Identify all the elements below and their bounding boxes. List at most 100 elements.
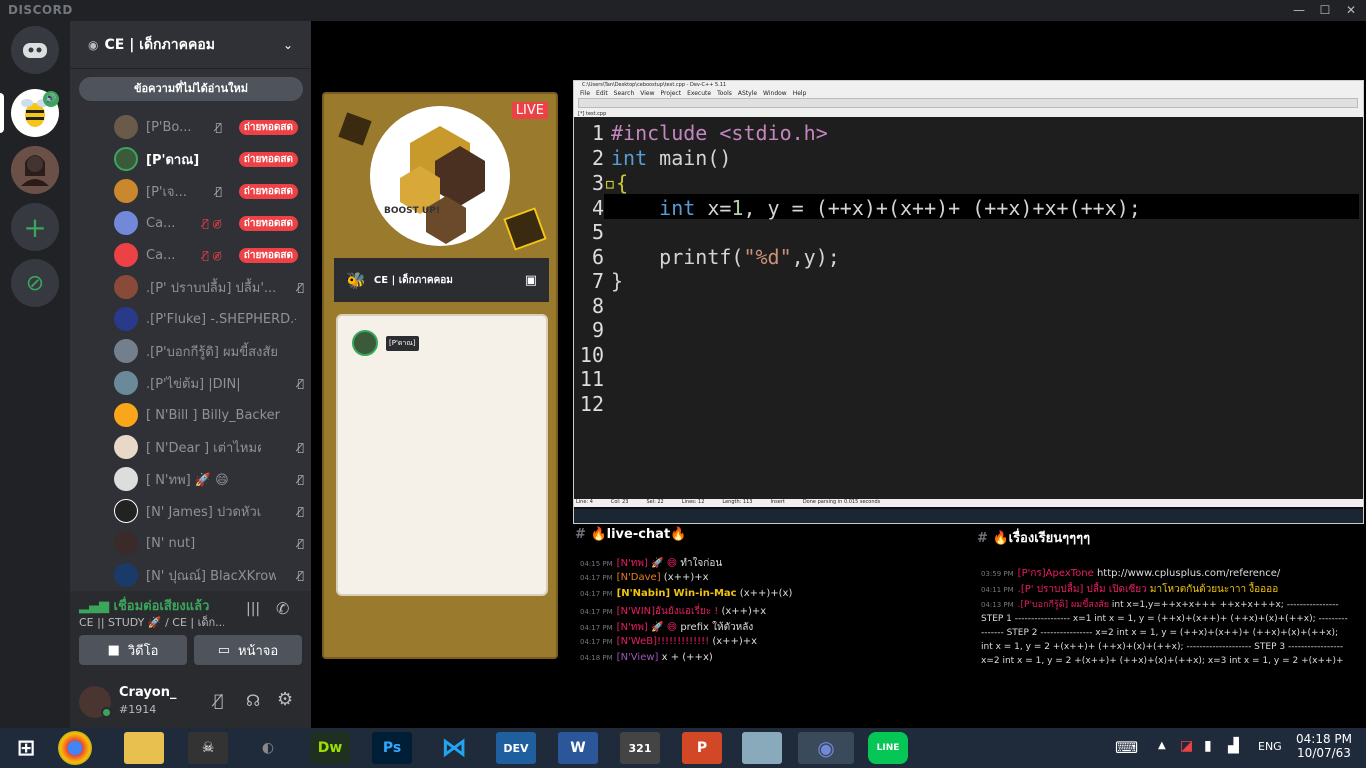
member-item[interactable]: [N' ปุณณ์] BlacXKrow 🎙̸ <box>114 561 304 589</box>
close-icon[interactable]: ✕ <box>1340 2 1362 18</box>
keyboard-icon[interactable]: ⌨ <box>1115 738 1138 757</box>
title-bar: DISCORD — ☐ ✕ <box>0 0 1366 21</box>
app-icon-note[interactable] <box>742 732 782 764</box>
member-item[interactable]: [ N'ทพ] 🚀 😄 🎙̸ <box>114 465 304 493</box>
member-item[interactable]: .[P'ไข่ต้ม] |DIN| 🎙̸ <box>114 369 304 397</box>
editor-statusbar: Line: 4 Col: 23 Sel: 22 Lines: 12 Length… <box>574 499 1363 507</box>
member-item[interactable]: [P'Bo... 🎙̸ ถ่ายทอดสด <box>114 113 304 141</box>
avatar <box>114 435 138 459</box>
line-number: 10 <box>579 343 604 367</box>
file-explorer-icon[interactable] <box>124 732 164 764</box>
member-item[interactable]: [ N'Dear ] เต่าไหมค... 🎙̸ <box>114 433 304 461</box>
add-server-icon[interactable]: + <box>11 203 59 251</box>
member-item[interactable]: .[P' ปราบปลื้ม] ปลื้ม'... 🎙̸ <box>114 273 304 301</box>
status-online-icon <box>101 707 112 718</box>
camera-icon: ■ <box>107 642 120 658</box>
code-line: } <box>611 269 624 293</box>
chat-message: 04:17 PM [N'Nabin] Win-in-Mac (x++)+(x) <box>580 588 793 599</box>
line-number: 11 <box>579 367 604 391</box>
chat-message: 04:17 PM [N'ทพ] 🚀 😄 prefix ให้ตัวหลัง <box>580 622 754 633</box>
line-number: 8 <box>591 294 604 318</box>
boost-up-logo: BOOST UP! <box>370 106 510 246</box>
menu-tools[interactable]: Tools <box>717 90 732 97</box>
menu-astyle[interactable]: AStyle <box>738 90 757 97</box>
mic-muted-icon[interactable]: 🎙̸ <box>214 691 224 710</box>
screen-share-button[interactable]: ▭ หน้าจอ <box>194 635 302 665</box>
user-tag: #1914 <box>119 703 157 716</box>
video-button[interactable]: ■ วิดีโอ <box>79 635 187 665</box>
avatar <box>114 563 138 587</box>
member-item[interactable]: Ca... 🎙̸ ◎̸ ถ่ายทอดสด <box>114 209 304 237</box>
editor-menu-bar: File Edit Search View Project Execute To… <box>574 89 1363 98</box>
bee-decoration-icon <box>503 207 547 251</box>
discord-taskbar-icon[interactable]: ◉ <box>798 732 854 764</box>
clock[interactable]: 04:18 PM 10/07/63 <box>1294 732 1354 760</box>
study-chat-panel: # 🔥เรื่องเรียนๆๆๆๆ 03:59 PM [P'กร]ApexTon… <box>977 527 1349 666</box>
member-item[interactable]: .[P'Fluke] -.SHEPHERD.- <box>114 305 304 333</box>
menu-edit[interactable]: Edit <box>596 90 608 97</box>
mic-muted-icon: 🎙̸ <box>297 568 304 582</box>
mic-muted-icon: 🎙̸ <box>215 184 222 198</box>
disconnect-icon[interactable]: ✆ <box>276 599 289 618</box>
maximize-icon[interactable]: ☐ <box>1314 2 1336 18</box>
chat-message: 04:17 PM [N'WeB]!!!!!!!!!!!!! (x++)+x <box>580 636 758 647</box>
unread-messages-banner[interactable]: ข้อความที่ไม่ได้อ่านใหม่ <box>79 77 303 101</box>
menu-project[interactable]: Project <box>661 90 682 97</box>
channel-sidebar: ◉ CE | เด็กภาคคอม ⌄ ข้อความที่ไม่ได้อ่าน… <box>70 21 311 728</box>
chevron-up-icon[interactable]: ▲ <box>1158 740 1166 751</box>
channel-header: # 🔥live-chat🔥 <box>575 527 687 542</box>
menu-search[interactable]: Search <box>614 90 635 97</box>
code-area[interactable]: 1 2 3 4 5 6 7 8 9 10 11 12 #include <std… <box>574 117 1363 499</box>
member-item[interactable]: [P'เจ... 🎙̸ ถ่ายทอดสด <box>114 177 304 205</box>
explore-icon[interactable]: ⊘ <box>11 259 59 307</box>
headphones-icon[interactable]: ☊ <box>246 691 260 710</box>
editor-title: C:\Users\Tan\Desktop\ceboostup\test.cpp … <box>582 82 727 88</box>
powerpoint-icon[interactable]: P <box>682 732 722 764</box>
menu-help[interactable]: Help <box>793 90 807 97</box>
code-line: printf("%d",y); <box>611 245 840 269</box>
menu-file[interactable]: File <box>580 90 590 97</box>
voice-channel-link[interactable]: CE || STUDY 🚀 / CE | เด็ก... <box>79 613 224 631</box>
member-item[interactable]: [N' nut] 🎙̸ <box>114 529 304 557</box>
photoshop-icon[interactable]: Ps <box>372 732 412 764</box>
app-icon-spiral[interactable]: ◐ <box>248 732 288 764</box>
menu-window[interactable]: Window <box>763 90 787 97</box>
member-name: [N' nut] <box>146 535 196 551</box>
app-icon-alien[interactable]: ☠ <box>188 732 228 764</box>
server-header[interactable]: ◉ CE | เด็กภาคคอม ⌄ <box>70 21 311 69</box>
logo-text: BOOST UP! <box>384 206 440 216</box>
chevron-down-icon[interactable]: ⌄ <box>283 38 293 52</box>
start-icon[interactable]: ⊞ <box>6 732 46 764</box>
battery-icon[interactable]: ▮ <box>1204 738 1212 754</box>
member-item[interactable]: .[P'บอกกีรู้ดิ] ผมขี้สงสัย <box>114 337 304 365</box>
home-icon[interactable] <box>11 26 59 74</box>
code-editor-window: C:\Users\Tan\Desktop\ceboostup\test.cpp … <box>573 80 1364 524</box>
chrome-icon[interactable] <box>58 731 92 765</box>
member-item[interactable]: [N' James] ปวดหัวเ... 🎙̸ <box>114 497 304 525</box>
live-badge: LIVE <box>511 102 548 119</box>
member-item[interactable]: [P'ดาณ] ถ่ายทอดสด <box>114 145 304 173</box>
voice-waveform-icon[interactable]: ||| <box>246 601 260 617</box>
menu-view[interactable]: View <box>640 90 654 97</box>
member-item[interactable]: Ca... 🎙̸ ◎̸ ถ่ายทอดสด <box>114 241 304 269</box>
server-label-bar: 🐝 CE | เด็กภาคคอม ▣ <box>334 258 549 302</box>
gear-icon[interactable]: ⚙ <box>277 689 293 710</box>
antivirus-icon[interactable]: ◪ <box>1180 738 1193 754</box>
line-number: 9 <box>591 318 604 342</box>
dreamweaver-icon[interactable]: Dw <box>310 732 350 764</box>
wifi-icon[interactable]: ▟ <box>1228 738 1239 754</box>
menu-execute[interactable]: Execute <box>687 90 711 97</box>
devcpp-icon[interactable]: DEV <box>496 732 536 764</box>
media-player-icon[interactable]: 321 <box>620 732 660 764</box>
member-name: .[P'บอกกีรู้ดิ] ผมขี้สงสัย <box>146 344 278 360</box>
mic-muted-icon: 🎙̸ <box>297 536 304 550</box>
code-line: int main() <box>611 146 732 170</box>
language-indicator[interactable]: ENG <box>1258 740 1282 753</box>
word-icon[interactable]: W <box>558 732 598 764</box>
minimize-icon[interactable]: — <box>1288 2 1310 18</box>
member-item[interactable]: [ N'Bill ] Billy_Backer <box>114 401 304 429</box>
vscode-icon[interactable]: ⋈ <box>434 732 474 764</box>
avatar <box>114 275 138 299</box>
server-icon-avatar[interactable] <box>11 146 59 194</box>
line-icon[interactable]: LINE <box>868 732 908 764</box>
